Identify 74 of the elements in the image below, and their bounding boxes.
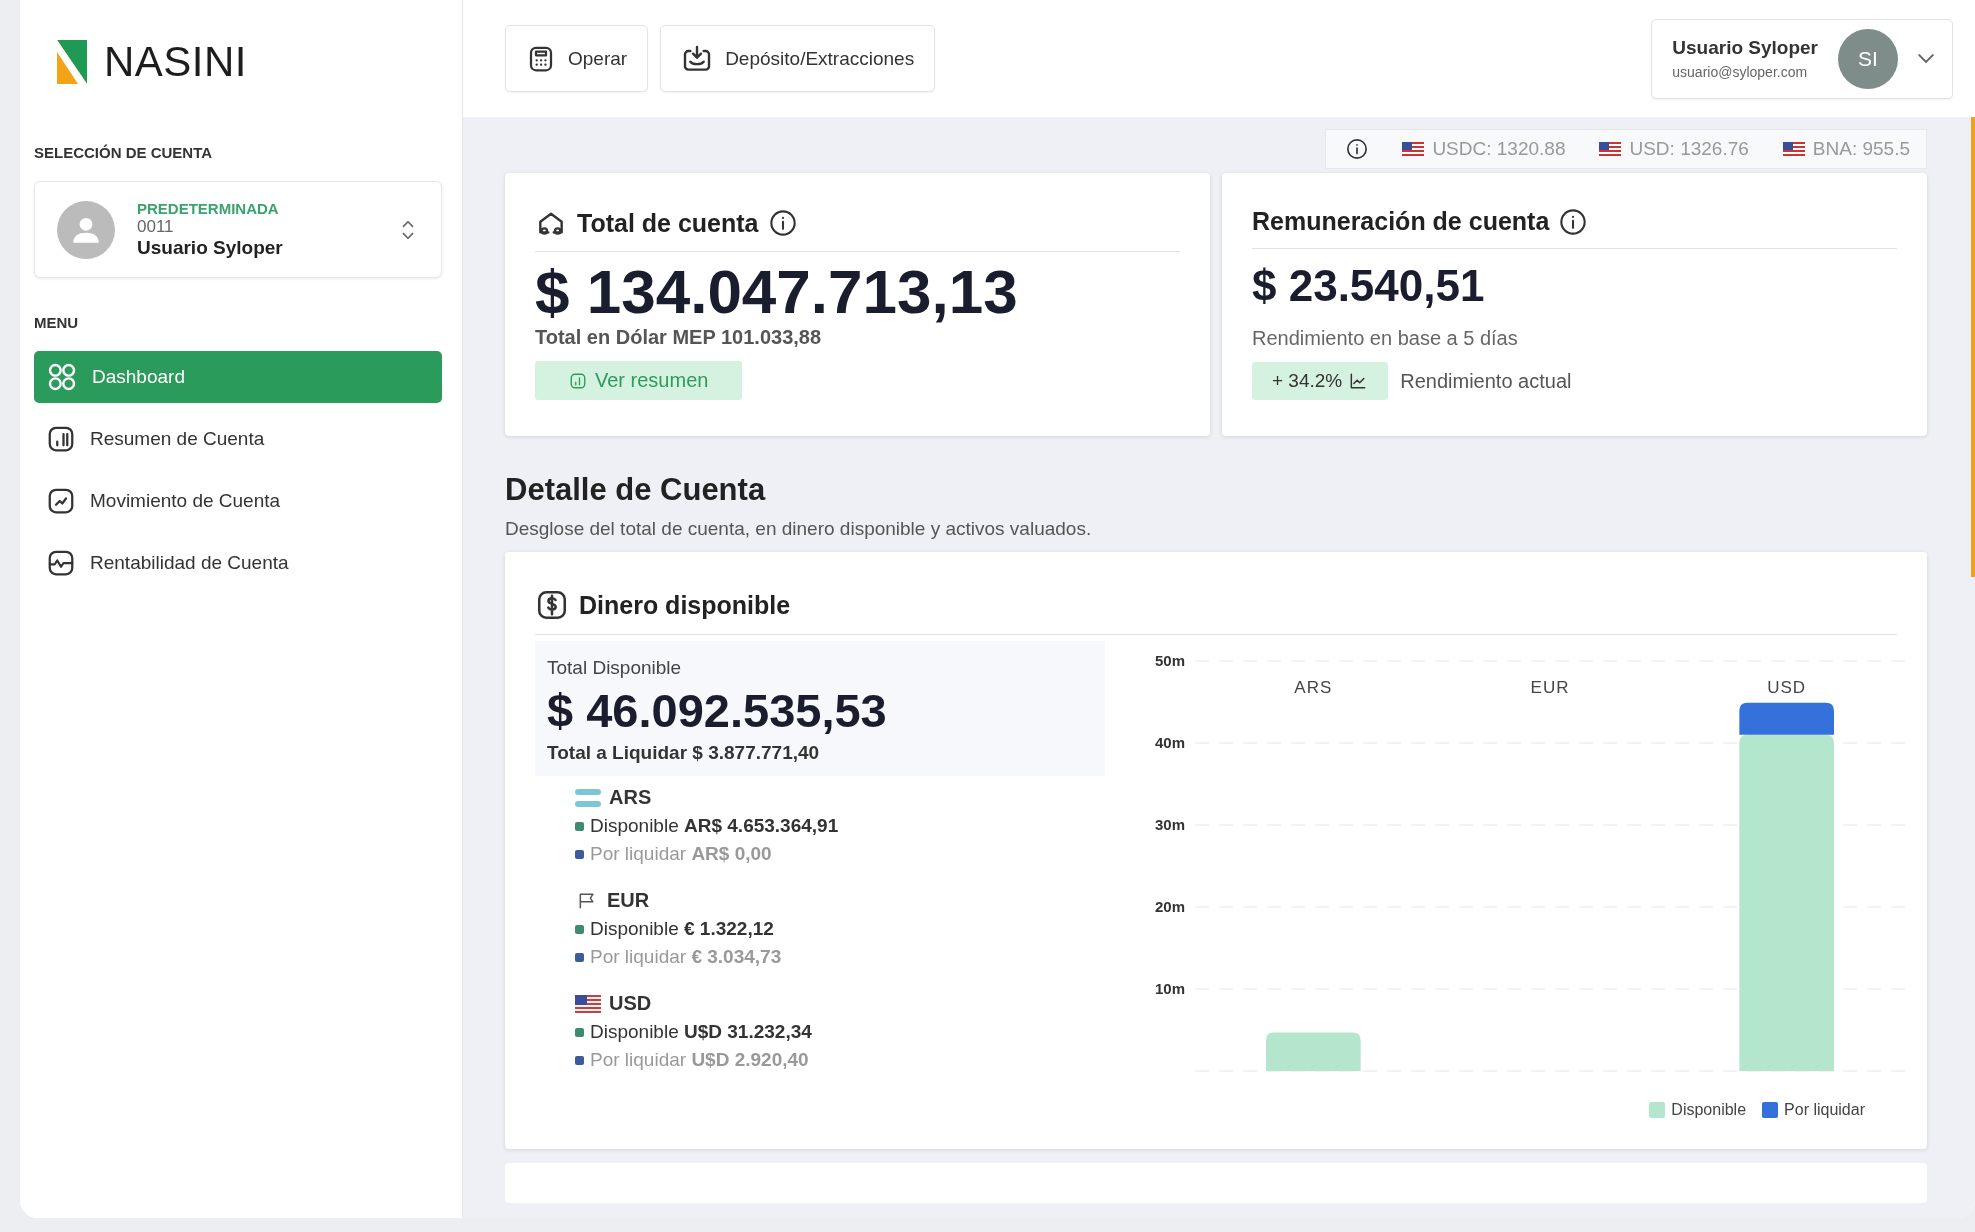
card-title: Dinero disponible (579, 590, 791, 620)
section-heading: MENU (34, 314, 80, 331)
legend-item: Por liquidar (1762, 1101, 1865, 1120)
flag-icon (1599, 142, 1622, 156)
logo-icon (54, 38, 90, 86)
section-description: Desglose del total de cuenta, en dinero disponible y activos valuados. (505, 518, 1093, 541)
bullet-icon (575, 1027, 584, 1037)
bar-chart-icon (569, 371, 587, 390)
bullet-icon (575, 1055, 584, 1065)
pending-amount: Por liquidar € 3.034,73 (590, 946, 782, 969)
trend-icon (46, 486, 76, 516)
info-icon (1346, 138, 1369, 160)
menu-item[interactable]: Dashboard (34, 351, 442, 403)
currency-code: ARS (609, 786, 652, 810)
pending-amount: Por liquidar AR$ 0,00 (590, 843, 772, 866)
user-avatar: SI (1838, 28, 1898, 89)
section-heading: SELECCIÓN DE CUENTA (34, 144, 214, 161)
exchange-rate: USDC: 1320.88 (1402, 138, 1566, 160)
category-label: ARS (1294, 678, 1333, 698)
account-status-label: PREDETERMINADA (137, 200, 280, 217)
pending-amount: Por liquidar U$D 2.920,40 (590, 1049, 809, 1072)
bullet-icon (575, 849, 584, 859)
grid-icon (46, 361, 78, 393)
section-title: Detalle de Cuenta (505, 472, 767, 509)
category-label: USD (1767, 678, 1807, 698)
account-name: Usuario Syloper (137, 237, 284, 259)
remuneration-subtitle: Rendimiento en base a 5 días (1252, 327, 1519, 350)
yield-badge: + 34.2% (1252, 362, 1389, 400)
total-amount: $ 134.047.713,13 (535, 258, 1019, 327)
currency-code: EUR (607, 889, 650, 913)
pulse-icon (46, 548, 76, 578)
exchange-rate: BNA: 955.5 (1782, 138, 1910, 160)
category-label: EUR (1530, 678, 1570, 698)
menu-item[interactable]: Movimiento de Cuenta (34, 475, 442, 527)
bullet-icon (575, 952, 584, 962)
available-amount: Disponible U$D 31.232,34 (590, 1021, 812, 1044)
flag-icon (575, 994, 601, 1013)
account-number: 0011 (137, 217, 175, 237)
bullet-icon (575, 924, 584, 934)
available-amount: Disponible AR$ 4.653.364,91 (590, 815, 839, 838)
axis-tick-label: 10m (1154, 980, 1185, 998)
currency-code: USD (609, 992, 652, 1016)
bar-chart-icon (46, 424, 76, 454)
total-subtitle: Total en Dólar MEP 101.033,88 (535, 326, 823, 350)
exchange-rate: USD: 1326.76 (1599, 138, 1749, 160)
logo-text: NASINI (104, 38, 248, 86)
menu-item[interactable]: Resumen de Cuenta (34, 413, 442, 465)
bullet-icon (575, 821, 584, 831)
flag-icon (575, 788, 601, 807)
user-name: Usuario Syloper (1672, 37, 1818, 59)
legend-item: Disponible (1649, 1101, 1747, 1120)
info-icon (1559, 207, 1588, 236)
card-title: Total de cuenta (577, 208, 759, 238)
axis-tick-label: 20m (1154, 898, 1185, 916)
toolbar-button[interactable]: Operar (505, 25, 649, 92)
info-icon (768, 209, 797, 237)
flag-icon (1782, 142, 1805, 156)
user-email: usuario@syloper.com (1672, 64, 1808, 80)
axis-tick-label: 40m (1154, 734, 1185, 752)
yield-note: Rendimiento actual (1400, 369, 1572, 393)
account-selector[interactable]: PREDETERMINADA 0011 Usuario Syloper (34, 181, 442, 278)
total-available-amount: $ 46.092.535,53 (547, 683, 888, 739)
user-menu[interactable]: Usuario Syloper usuario@syloper.com SI (1651, 18, 1953, 99)
flag-icon (1402, 142, 1425, 156)
axis-tick-label: 50m (1154, 652, 1185, 670)
menu-item[interactable]: Rentabilidad de Cuenta (34, 537, 442, 589)
card-title: Remuneración de cuenta (1252, 207, 1550, 236)
chevron-down-icon (1918, 54, 1934, 63)
axis-tick-label: 30m (1154, 816, 1185, 834)
total-to-settle: Total a Liquidar $ 3.877.771,40 (547, 742, 821, 765)
toolbar-button[interactable]: Depósito/Extracciones (660, 25, 936, 92)
remuneration-amount: $ 23.540,51 (1252, 261, 1486, 311)
available-amount: Disponible € 1.322,12 (590, 918, 774, 941)
total-available-label: Total Disponible (547, 657, 683, 680)
